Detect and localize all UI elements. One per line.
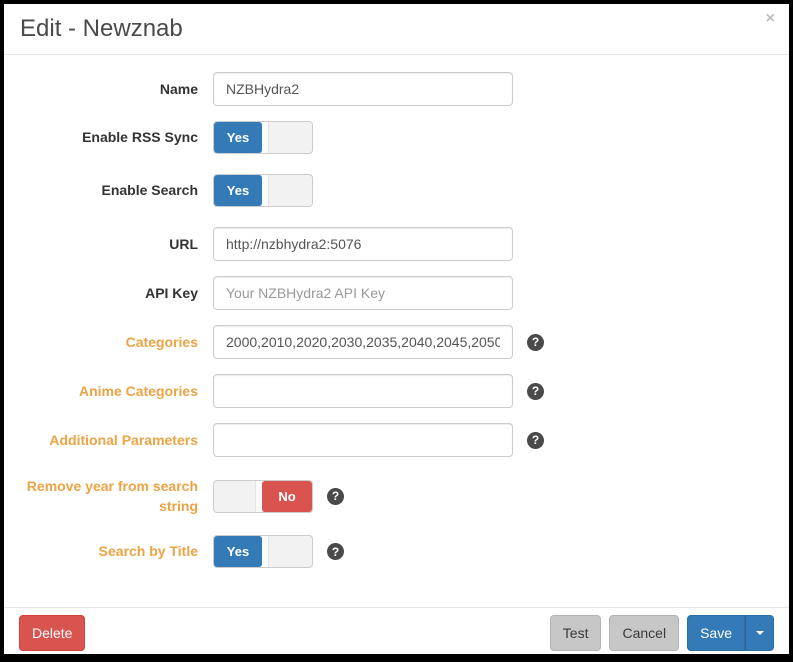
enable-rss-sync-label: Enable RSS Sync	[20, 127, 198, 147]
close-icon[interactable]: ×	[766, 11, 775, 27]
form-row-categories: Categories ?	[20, 325, 774, 359]
anime-categories-input[interactable]	[213, 374, 513, 408]
modal-title: Edit - Newznab	[20, 15, 774, 43]
form-row-additional-parameters: Additional Parameters ?	[20, 423, 774, 457]
help-icon[interactable]: ?	[527, 334, 544, 351]
help-icon[interactable]: ?	[527, 432, 544, 449]
additional-parameters-input[interactable]	[213, 423, 513, 457]
remove-year-toggle[interactable]: No	[213, 480, 313, 513]
form-row-enable-rss-sync: Enable RSS Sync Yes	[20, 121, 774, 154]
toggle-knob	[262, 122, 269, 153]
edit-newznab-modal: Edit - Newznab × Name Enable RSS Sync Ye…	[4, 4, 789, 654]
enable-search-toggle[interactable]: Yes	[213, 174, 313, 207]
toggle-off-label: No	[262, 481, 312, 512]
help-icon[interactable]: ?	[527, 383, 544, 400]
enable-search-label: Enable Search	[20, 180, 198, 200]
remove-year-label: Remove year from search string	[20, 476, 198, 517]
toggle-knob	[255, 481, 262, 512]
toggle-on-label: Yes	[214, 175, 262, 206]
modal-body: Name Enable RSS Sync Yes Enable Search Y…	[4, 55, 789, 607]
caret-down-icon	[756, 631, 764, 635]
cancel-button[interactable]: Cancel	[609, 615, 679, 651]
name-label: Name	[20, 79, 198, 99]
toggle-on-label: Yes	[214, 122, 262, 153]
search-by-title-label: Search by Title	[20, 541, 198, 561]
form-row-api-key: API Key	[20, 276, 774, 310]
url-label: URL	[20, 234, 198, 254]
categories-label: Categories	[20, 332, 198, 352]
help-icon[interactable]: ?	[327, 543, 344, 560]
api-key-input[interactable]	[213, 276, 513, 310]
toggle-on-label: Yes	[214, 536, 262, 567]
test-button[interactable]: Test	[550, 615, 602, 651]
form-row-anime-categories: Anime Categories ?	[20, 374, 774, 408]
categories-input[interactable]	[213, 325, 513, 359]
save-button[interactable]: Save	[687, 615, 745, 651]
toggle-knob	[262, 536, 269, 567]
form-row-enable-search: Enable Search Yes	[20, 174, 774, 207]
footer-right-buttons: Test Cancel Save	[550, 615, 774, 651]
toggle-knob	[262, 175, 269, 206]
anime-categories-label: Anime Categories	[20, 381, 198, 401]
modal-header: Edit - Newznab ×	[4, 4, 789, 55]
save-dropdown-button[interactable]	[745, 615, 774, 651]
additional-parameters-label: Additional Parameters	[20, 430, 198, 450]
form-row-url: URL	[20, 227, 774, 261]
form-row-name: Name	[20, 72, 774, 106]
search-by-title-toggle[interactable]: Yes	[213, 535, 313, 568]
modal-footer: Delete Test Cancel Save	[4, 607, 789, 654]
delete-button[interactable]: Delete	[19, 615, 85, 651]
api-key-label: API Key	[20, 283, 198, 303]
form-row-search-by-title: Search by Title Yes ?	[20, 535, 774, 568]
form-row-remove-year: Remove year from search string No ?	[20, 472, 774, 520]
url-input[interactable]	[213, 227, 513, 261]
name-input[interactable]	[213, 72, 513, 106]
save-split-button: Save	[687, 615, 774, 651]
enable-rss-sync-toggle[interactable]: Yes	[213, 121, 313, 154]
help-icon[interactable]: ?	[327, 488, 344, 505]
